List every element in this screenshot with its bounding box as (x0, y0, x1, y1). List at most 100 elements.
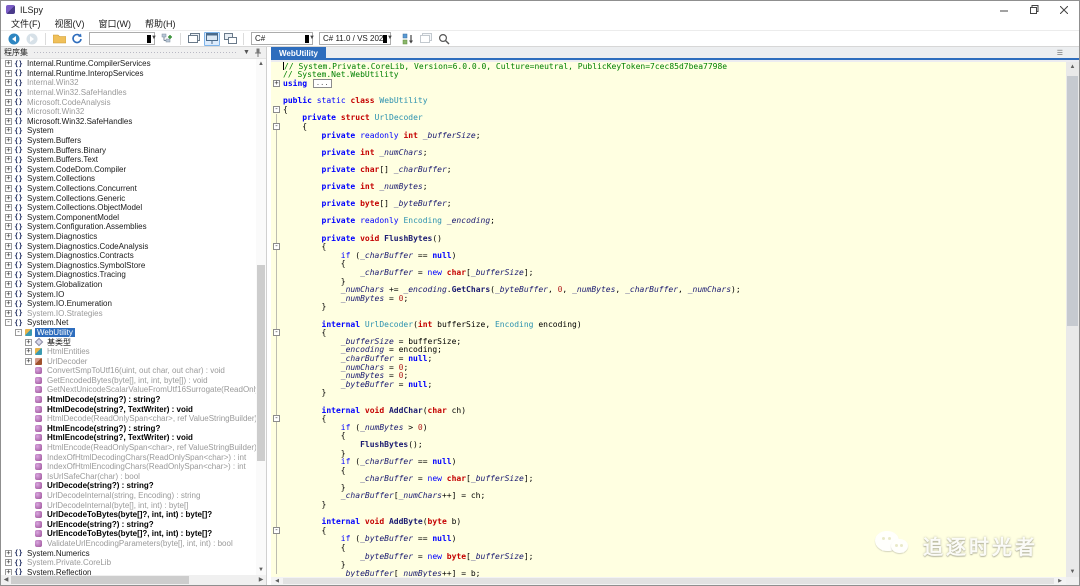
tree-row[interactable]: +{}System.Buffers (1, 136, 256, 146)
tree-label[interactable]: IndexOfHtmlEncodingChars(ReadOnlySpan<ch… (45, 462, 248, 471)
tree-row[interactable]: UrlDecodeToBytes(byte[]?, int, int) : by… (1, 510, 256, 520)
tree-label[interactable]: Internal.Runtime.CompilerServices (25, 59, 153, 68)
tree-label[interactable]: 基类型 (45, 337, 73, 348)
tree-label[interactable]: UrlEncode(string?) : string? (45, 520, 156, 529)
tree-label[interactable]: ConvertSmpToUtf16(uint, out char, out ch… (45, 366, 227, 375)
tree-row[interactable]: HtmlDecode(string?) : string? (1, 395, 256, 405)
tree-label[interactable]: UrlDecodeInternal(byte[], int, int) : by… (45, 501, 190, 510)
fold-collapse-icon[interactable]: - (273, 123, 280, 130)
language-combo[interactable]: C# ▼ (251, 32, 313, 45)
fold-collapse-icon[interactable]: - (273, 243, 280, 250)
tree-row[interactable]: +{}System.Globalization (1, 280, 256, 290)
expand-expander-icon[interactable]: + (5, 99, 12, 106)
scroll-down-arrow-icon[interactable]: ▼ (1066, 567, 1079, 577)
expand-expander-icon[interactable]: + (5, 156, 12, 163)
tree-row[interactable]: +{}System.Reflection (1, 567, 256, 575)
tree-row[interactable]: IndexOfHtmlEncodingChars(ReadOnlySpan<ch… (1, 462, 256, 472)
sort-assemblies-icon[interactable] (400, 32, 416, 46)
expand-expander-icon[interactable]: + (5, 262, 12, 269)
tree-label[interactable]: System.IO.Enumeration (25, 299, 114, 308)
fold-collapse-icon[interactable]: - (273, 415, 280, 422)
minimize-button[interactable] (989, 1, 1019, 18)
panel-drag-grip[interactable] (33, 50, 236, 55)
scroll-up-arrow-icon[interactable]: ▲ (1066, 62, 1079, 72)
tree-label[interactable]: System.Globalization (25, 280, 104, 289)
tree-row[interactable]: +{}System.Diagnostics.Tracing (1, 270, 256, 280)
scroll-right-arrow-icon[interactable]: ▶ (256, 575, 266, 585)
tree-row[interactable]: +{}System.Buffers.Binary (1, 145, 256, 155)
assembly-panel-header[interactable]: 程序集 ▼ (1, 47, 266, 59)
tree-row[interactable]: +{}System.Collections.ObjectModel (1, 203, 256, 213)
tree-label[interactable]: HtmlDecode(string?, TextWriter) : void (45, 405, 195, 414)
editor-vscroll-thumb[interactable] (1067, 76, 1078, 326)
expand-expander-icon[interactable]: + (25, 358, 32, 365)
tree-label[interactable]: HtmlEntities (45, 347, 92, 356)
expand-expander-icon[interactable]: + (5, 550, 12, 557)
expand-expander-icon[interactable]: + (5, 310, 12, 317)
scroll-right-arrow-icon[interactable]: ▶ (1056, 577, 1064, 585)
menu-item-3[interactable]: 帮助(H) (138, 18, 183, 31)
tree-row[interactable]: +{}System (1, 126, 256, 136)
tree-label[interactable]: HtmlDecode(string?) : string? (45, 395, 162, 404)
tree-row[interactable]: UrlDecodeInternal(byte[], int, int) : by… (1, 500, 256, 510)
scroll-up-arrow-icon[interactable]: ▲ (256, 59, 266, 69)
tab-list-icon[interactable]: ☰ (1057, 47, 1079, 58)
tree-label[interactable]: System.Numerics (25, 549, 92, 558)
expand-expander-icon[interactable]: + (5, 166, 12, 173)
menu-item-2[interactable]: 窗口(W) (92, 18, 139, 31)
tree-row[interactable]: +{}System.Collections.Concurrent (1, 184, 256, 194)
tab-webutility[interactable]: WebUtility (271, 47, 326, 60)
tree-row[interactable]: +{}System.Private.CoreLib (1, 558, 256, 568)
scroll-left-arrow-icon[interactable]: ◀ (273, 577, 281, 585)
editor-horizontal-scrollbar[interactable]: ◀ ▶ (271, 577, 1066, 585)
expand-expander-icon[interactable]: + (5, 137, 12, 144)
close-button[interactable] (1049, 1, 1079, 18)
expand-expander-icon[interactable]: + (5, 89, 12, 96)
tree-row[interactable]: HtmlDecode(ReadOnlySpan<char>, ref Value… (1, 414, 256, 424)
tree-label[interactable]: System.Configuration.Assemblies (25, 222, 149, 231)
tree-row[interactable]: ConvertSmpToUtf16(uint, out char, out ch… (1, 366, 256, 376)
tree-label[interactable]: System (25, 126, 56, 135)
expand-expander-icon[interactable]: + (5, 291, 12, 298)
tree-row[interactable]: ValidateUrlEncodingParameters(byte[], in… (1, 539, 256, 549)
tree-label[interactable]: System.Collections.Generic (25, 194, 127, 203)
open-file-icon[interactable] (51, 32, 67, 46)
editor-hscroll-thumb[interactable] (283, 578, 1054, 584)
tree-row[interactable]: +{}System.ComponentModel (1, 213, 256, 223)
tree-row[interactable]: +{}Microsoft.Win32 (1, 107, 256, 117)
tree-row[interactable]: HtmlDecode(string?, TextWriter) : void (1, 404, 256, 414)
tree-row[interactable]: +HtmlEntities (1, 347, 256, 357)
tree-row[interactable]: +{}Microsoft.Win32.SafeHandles (1, 117, 256, 127)
tree-row[interactable]: HtmlEncode(ReadOnlySpan<char>, ref Value… (1, 443, 256, 453)
tree-row[interactable]: -{}System.Net (1, 318, 256, 328)
tree-label[interactable]: Internal.Win32.SafeHandles (25, 88, 129, 97)
tree-label[interactable]: System.IO (25, 290, 66, 299)
expand-expander-icon[interactable]: + (5, 214, 12, 221)
tree-label[interactable]: System.Diagnostics.Contracts (25, 251, 136, 260)
tree-row[interactable]: +{}Microsoft.CodeAnalysis (1, 97, 256, 107)
panel-menu-chevron-icon[interactable]: ▼ (241, 47, 252, 58)
tree-row[interactable]: IsUrlSafeChar(char) : bool (1, 472, 256, 482)
tree-row[interactable]: +{}System.IO.Strategies (1, 308, 256, 318)
tree-label[interactable]: HtmlEncode(string?, TextWriter) : void (45, 433, 195, 442)
menu-item-0[interactable]: 文件(F) (4, 18, 48, 31)
tree-label[interactable]: System.Collections (25, 174, 97, 183)
expand-expander-icon[interactable]: + (5, 185, 12, 192)
tree-label[interactable]: System.Collections.Concurrent (25, 184, 139, 193)
tree-label[interactable]: System.Buffers (25, 136, 83, 145)
editor-vertical-scrollbar[interactable]: ▲ ▼ (1066, 62, 1079, 577)
refresh-icon[interactable] (69, 32, 85, 46)
search-icon[interactable] (436, 32, 452, 46)
tree-row[interactable]: -WebUtility (1, 328, 256, 338)
tree-row[interactable]: UrlEncodeToBytes(byte[]?, int, int) : by… (1, 529, 256, 539)
expand-expander-icon[interactable]: + (5, 271, 12, 278)
tree-label[interactable]: System.Collections.ObjectModel (25, 203, 144, 212)
tree-label[interactable]: UrlDecodeInternal(string, Encoding) : st… (45, 491, 202, 500)
tree-row[interactable]: +UrlDecoder (1, 356, 256, 366)
collapse-tree-icon[interactable] (418, 32, 434, 46)
expand-expander-icon[interactable]: + (5, 559, 12, 566)
tree-row[interactable]: +{}System.IO.Enumeration (1, 299, 256, 309)
tree-row[interactable]: +{}System.IO (1, 289, 256, 299)
expand-expander-icon[interactable]: + (5, 108, 12, 115)
tree-row[interactable]: GetNextUnicodeScalarValueFromUtf16Surrog… (1, 385, 256, 395)
